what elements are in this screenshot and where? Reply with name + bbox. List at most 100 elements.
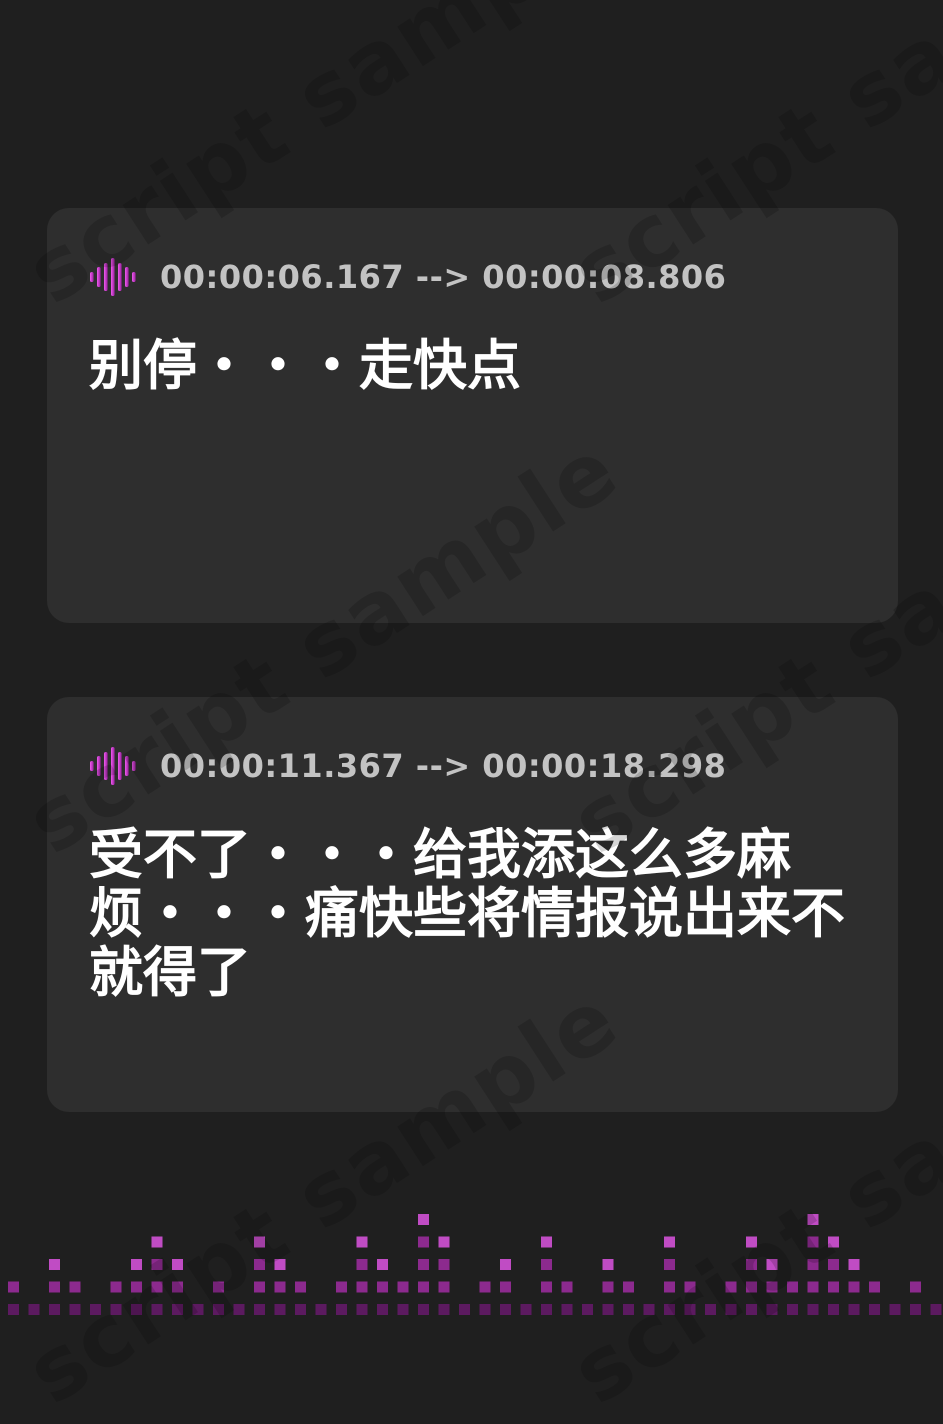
equalizer-block [377,1259,388,1270]
equalizer-block [254,1304,265,1315]
equalizer-decoration [8,1214,942,1315]
equalizer-block [910,1281,921,1293]
equalizer-block [418,1236,429,1248]
equalizer-block [766,1259,778,1270]
equalizer-block [438,1304,450,1315]
equalizer-block [213,1281,224,1293]
equalizer-block [131,1304,142,1315]
equalizer-block [274,1259,286,1270]
equalizer-block [336,1304,347,1315]
equalizer-block [254,1259,265,1270]
equalizer-block [336,1281,347,1293]
equalizer-block [500,1304,511,1315]
equalizer-block [377,1281,388,1293]
equalizer-block [254,1236,265,1248]
equalizer-block [869,1281,880,1293]
equalizer-block [807,1281,819,1293]
equalizer-block [172,1304,183,1315]
equalizer-block [356,1281,368,1293]
equalizer-block [664,1236,675,1248]
equalizer-block [49,1304,60,1315]
watermark-layer: script sample script sample script sampl… [0,0,943,1424]
equalizer-block [295,1281,306,1293]
timecode: 00:00:06.167 --> 00:00:08.806 [160,258,727,296]
equalizer-block [828,1236,839,1248]
equalizer-block [787,1304,798,1315]
equalizer-block [69,1304,81,1315]
equalizer-block [131,1281,142,1293]
equalizer-block [295,1304,306,1315]
equalizer-block [151,1304,163,1315]
equalizer-block [356,1259,368,1270]
equalizer-block [623,1304,634,1315]
equalizer-block [541,1281,552,1293]
equalizer-block [274,1304,286,1315]
equalizer-block [828,1281,839,1293]
equalizer-block [746,1304,757,1315]
subtitle-text: 别停・・・走快点 [89,334,521,397]
equalizer-block [8,1281,19,1293]
equalizer-block [848,1304,860,1315]
equalizer-block [623,1281,634,1293]
equalizer-block [192,1304,204,1315]
equalizer-block [254,1281,265,1293]
equalizer-block [746,1281,757,1293]
equalizer-block [889,1304,901,1315]
equalizer-block [602,1281,614,1293]
equalizer-block [151,1259,163,1270]
equalizer-block [172,1281,183,1293]
equalizer-block [356,1236,368,1248]
equalizer-block [807,1259,819,1270]
equalizer-block [377,1304,388,1315]
equalizer-block [418,1281,429,1293]
equalizer-block [664,1259,675,1270]
equalizer-block [541,1259,552,1270]
subtitle-text: 受不了・・・给我添这么多麻烦・・・痛快些将情报说出来不就得了 [89,823,845,1004]
equalizer-block [561,1281,573,1293]
equalizer-block [418,1304,429,1315]
equalizer-block [848,1281,860,1293]
equalizer-block [479,1281,491,1293]
equalizer-block [725,1304,737,1315]
equalizer-block [315,1304,327,1315]
equalizer-block [438,1281,450,1293]
subtitle-card: 00:00:06.167 --> 00:00:08.806 别停・・・走快点 [47,208,898,623]
equalizer-block [397,1281,409,1293]
equalizer-block [602,1259,614,1270]
equalizer-block [110,1304,122,1315]
equalizer-block [807,1304,819,1315]
equalizer-block [459,1304,470,1315]
equalizer-block [500,1281,511,1293]
equalizer-block [828,1259,839,1270]
equalizer-block [643,1304,655,1315]
equalizer-block [418,1214,429,1225]
equalizer-block [869,1304,880,1315]
equalizer-block [479,1304,491,1315]
equalizer-block [664,1304,675,1315]
equalizer-block [602,1304,614,1315]
equalizer-block [705,1304,716,1315]
equalizer-block [664,1281,675,1293]
equalizer-block [213,1304,224,1315]
equalizer-block [172,1259,183,1270]
equalizer-block [766,1304,778,1315]
equalizer-block [397,1304,409,1315]
equalizer-block [541,1304,552,1315]
equalizer-block [69,1281,81,1293]
equalizer-block [500,1259,511,1270]
equalizer-block [131,1259,142,1270]
equalizer-block [787,1281,798,1293]
audio-waveform-icon [90,258,136,296]
equalizer-block [28,1304,40,1315]
equalizer-block [561,1304,573,1315]
equalizer-block [582,1304,593,1315]
equalizer-block [274,1281,286,1293]
equalizer-block [49,1259,60,1270]
timestamp-row: 00:00:06.167 --> 00:00:08.806 [89,258,726,296]
equalizer-block [49,1281,60,1293]
timestamp-row: 00:00:11.367 --> 00:00:18.298 [89,747,726,785]
equalizer-block [110,1281,122,1293]
equalizer-block [520,1304,532,1315]
equalizer-block [848,1259,860,1270]
equalizer-block [684,1304,696,1315]
